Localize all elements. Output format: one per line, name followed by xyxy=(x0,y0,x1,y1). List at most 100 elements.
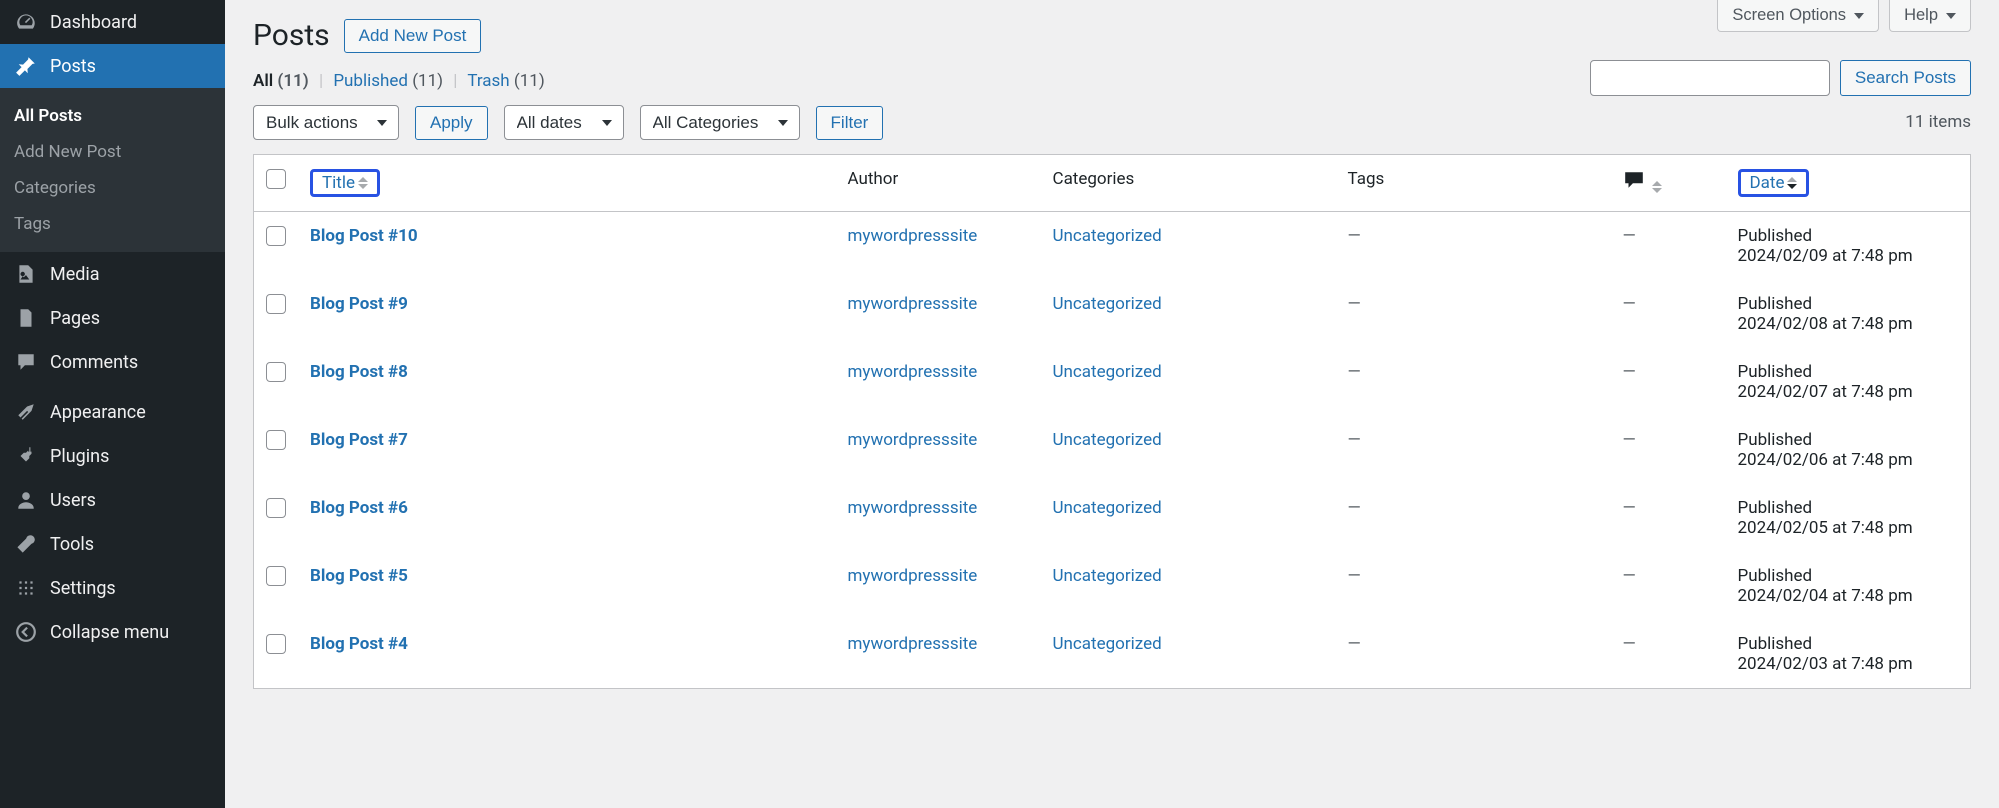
sidebar-sub-categories[interactable]: Categories xyxy=(0,170,225,206)
row-checkbox[interactable] xyxy=(266,566,286,586)
sidebar-sub-tags[interactable]: Tags xyxy=(0,206,225,242)
sidebar-item-appearance[interactable]: Appearance xyxy=(0,390,225,434)
date-value: Published2024/02/08 at 7:48 pm xyxy=(1726,280,1971,348)
table-row: Blog Post #4 mywordpresssite Uncategorized… xyxy=(254,620,1971,689)
sidebar-label-pages: Pages xyxy=(50,308,100,329)
sidebar-label-appearance: Appearance xyxy=(50,402,146,423)
chevron-down-icon xyxy=(1854,13,1864,19)
row-checkbox[interactable] xyxy=(266,498,286,518)
date-filter-select[interactable]: All dates xyxy=(504,105,624,140)
sidebar-item-settings[interactable]: Settings xyxy=(0,566,225,610)
row-checkbox[interactable] xyxy=(266,362,286,382)
help-label: Help xyxy=(1904,6,1938,25)
filter-button[interactable]: Filter xyxy=(816,106,884,140)
sidebar-item-dashboard[interactable]: Dashboard xyxy=(0,0,225,44)
help-button[interactable]: Help xyxy=(1889,0,1971,32)
post-title-link[interactable]: Blog Post #6 xyxy=(310,498,408,518)
category-link[interactable]: Uncategorized xyxy=(1053,294,1162,314)
sidebar-submenu-posts: All Posts Add New Post Categories Tags xyxy=(0,88,225,252)
category-link[interactable]: Uncategorized xyxy=(1053,634,1162,654)
row-checkbox[interactable] xyxy=(266,226,286,246)
sort-icon xyxy=(1787,177,1797,189)
apply-button[interactable]: Apply xyxy=(415,106,488,140)
table-row: Blog Post #9 mywordpresssite Uncategorized… xyxy=(254,280,1971,348)
filter-view-all[interactable]: All (11) xyxy=(253,71,313,91)
post-title-link[interactable]: Blog Post #8 xyxy=(310,362,408,382)
sidebar-sub-all-posts[interactable]: All Posts xyxy=(0,98,225,134)
column-title[interactable]: Title xyxy=(298,155,836,212)
sidebar-label-tools: Tools xyxy=(50,534,94,555)
main-content: Screen Options Help Posts Add New Post S… xyxy=(225,0,1999,808)
category-link[interactable]: Uncategorized xyxy=(1053,362,1162,382)
row-checkbox[interactable] xyxy=(266,430,286,450)
sort-icon xyxy=(358,177,368,189)
comments-value: — xyxy=(1623,294,1636,314)
sidebar-item-comments[interactable]: Comments xyxy=(0,340,225,384)
sidebar-item-pages[interactable]: Pages xyxy=(0,296,225,340)
table-row: Blog Post #8 mywordpresssite Uncategorized… xyxy=(254,348,1971,416)
search-posts-button[interactable]: Search Posts xyxy=(1840,60,1971,96)
comments-value: — xyxy=(1623,498,1636,518)
tags-value: — xyxy=(1348,362,1361,382)
pages-icon xyxy=(14,306,38,330)
posts-table: Title Author Categories Tags xyxy=(253,154,1971,689)
sidebar-label-users: Users xyxy=(50,490,96,511)
author-link[interactable]: mywordpresssite xyxy=(848,226,978,246)
category-filter-select[interactable]: All Categories xyxy=(640,105,800,140)
tags-value: — xyxy=(1348,430,1361,450)
collapse-icon xyxy=(14,620,38,644)
category-link[interactable]: Uncategorized xyxy=(1053,226,1162,246)
post-title-link[interactable]: Blog Post #7 xyxy=(310,430,408,450)
comments-value: — xyxy=(1623,226,1636,246)
sidebar-sub-add-new[interactable]: Add New Post xyxy=(0,134,225,170)
table-row: Blog Post #7 mywordpresssite Uncategorized… xyxy=(254,416,1971,484)
post-title-link[interactable]: Blog Post #10 xyxy=(310,226,418,246)
sidebar-item-collapse[interactable]: Collapse menu xyxy=(0,610,225,654)
sidebar-item-plugins[interactable]: Plugins xyxy=(0,434,225,478)
sidebar-label-plugins: Plugins xyxy=(50,446,109,467)
row-checkbox[interactable] xyxy=(266,294,286,314)
tools-icon xyxy=(14,532,38,556)
filter-view-trash[interactable]: Trash xyxy=(467,71,514,91)
sidebar-item-users[interactable]: Users xyxy=(0,478,225,522)
category-link[interactable]: Uncategorized xyxy=(1053,430,1162,450)
author-link[interactable]: mywordpresssite xyxy=(848,634,978,654)
column-date[interactable]: Date xyxy=(1726,155,1971,212)
bulk-actions-select[interactable]: Bulk actions xyxy=(253,105,399,140)
column-tags[interactable]: Tags xyxy=(1336,155,1611,212)
select-all-checkbox[interactable] xyxy=(266,169,286,189)
comments-value: — xyxy=(1623,634,1636,654)
author-link[interactable]: mywordpresssite xyxy=(848,430,978,450)
date-value: Published2024/02/04 at 7:48 pm xyxy=(1726,552,1971,620)
author-link[interactable]: mywordpresssite xyxy=(848,498,978,518)
appearance-icon xyxy=(14,400,38,424)
date-value: Published2024/02/06 at 7:48 pm xyxy=(1726,416,1971,484)
comments-icon xyxy=(14,350,38,374)
column-comments[interactable] xyxy=(1611,155,1726,212)
media-icon xyxy=(14,262,38,286)
column-author[interactable]: Author xyxy=(836,155,1041,212)
settings-icon xyxy=(14,576,38,600)
comments-value: — xyxy=(1623,362,1636,382)
sidebar-item-tools[interactable]: Tools xyxy=(0,522,225,566)
sidebar-item-posts[interactable]: Posts xyxy=(0,44,225,88)
author-link[interactable]: mywordpresssite xyxy=(848,362,978,382)
author-link[interactable]: mywordpresssite xyxy=(848,566,978,586)
post-title-link[interactable]: Blog Post #4 xyxy=(310,634,408,654)
category-link[interactable]: Uncategorized xyxy=(1053,566,1162,586)
comments-value: — xyxy=(1623,566,1636,586)
post-title-link[interactable]: Blog Post #9 xyxy=(310,294,408,314)
category-link[interactable]: Uncategorized xyxy=(1053,498,1162,518)
date-value: Published2024/02/05 at 7:48 pm xyxy=(1726,484,1971,552)
author-link[interactable]: mywordpresssite xyxy=(848,294,978,314)
sidebar-item-media[interactable]: Media xyxy=(0,252,225,296)
post-title-link[interactable]: Blog Post #5 xyxy=(310,566,408,586)
chevron-down-icon xyxy=(1946,13,1956,19)
row-checkbox[interactable] xyxy=(266,634,286,654)
add-new-post-button[interactable]: Add New Post xyxy=(344,19,482,53)
column-categories[interactable]: Categories xyxy=(1041,155,1336,212)
search-input[interactable] xyxy=(1590,60,1830,96)
date-value: Published2024/02/03 at 7:48 pm xyxy=(1726,620,1971,689)
screen-options-button[interactable]: Screen Options xyxy=(1717,0,1879,32)
filter-view-published[interactable]: Published xyxy=(333,71,412,91)
